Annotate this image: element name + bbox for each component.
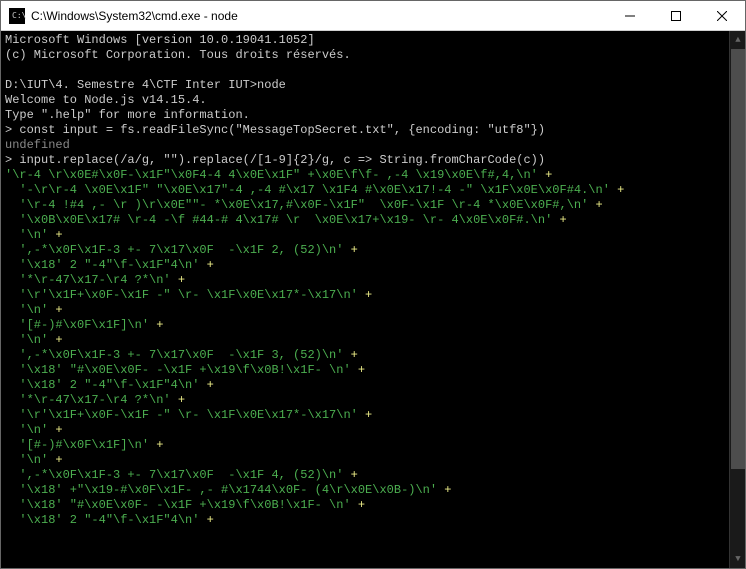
terminal-line: undefined <box>5 138 741 153</box>
terminal-line: '\n' + <box>5 453 741 468</box>
terminal-line: '\n' + <box>5 423 741 438</box>
terminal-line: Type ".help" for more information. <box>5 108 741 123</box>
terminal-line: '\x18' 2 "-4"\f-\x1F"4\n' + <box>5 258 741 273</box>
terminal-line: ',-*\x0F\x1F-3 +- 7\x17\x0F -\x1F 4, (52… <box>5 468 741 483</box>
terminal-line: D:\IUT\4. Semestre 4\CTF Inter IUT>node <box>5 78 741 93</box>
terminal-line: '\n' + <box>5 228 741 243</box>
terminal-line: '\n' + <box>5 303 741 318</box>
terminal-line: '\x18' "#\x0E\x0F- -\x1F +\x19\f\x0B!\x1… <box>5 498 741 513</box>
terminal-line: '\r-4 \r\x0E#\x0F-\x1F"\x0F4-4 4\x0E\x1F… <box>5 168 741 183</box>
cmd-icon: C:\ <box>9 8 25 24</box>
terminal-line: > const input = fs.readFileSync("Message… <box>5 123 741 138</box>
terminal-line: '\r'\x1F+\x0F-\x1F -" \r- \x1F\x0E\x17*-… <box>5 408 741 423</box>
terminal-line: '*\r-47\x17-\r4 ?*\n' + <box>5 393 741 408</box>
terminal-line: '\x18' "#\x0E\x0F- -\x1F +\x19\f\x0B!\x1… <box>5 363 741 378</box>
scrollbar[interactable]: ▲ ▼ <box>729 31 745 568</box>
close-button[interactable] <box>699 1 745 30</box>
terminal-line: '\x18' 2 "-4"\f-\x1F"4\n' + <box>5 513 741 528</box>
terminal-line: ',-*\x0F\x1F-3 +- 7\x17\x0F -\x1F 2, (52… <box>5 243 741 258</box>
terminal-line: '[#-)#\x0F\x1F]\n' + <box>5 438 741 453</box>
terminal-line: Welcome to Node.js v14.15.4. <box>5 93 741 108</box>
titlebar[interactable]: C:\ C:\Windows\System32\cmd.exe - node <box>1 1 745 31</box>
maximize-button[interactable] <box>653 1 699 30</box>
terminal-line: '\x18' +"\x19-#\x0F\x1F- ,- #\x1744\x0F-… <box>5 483 741 498</box>
terminal-line: '\n' + <box>5 333 741 348</box>
terminal-line: Microsoft Windows [version 10.0.19041.10… <box>5 33 741 48</box>
terminal-line: (c) Microsoft Corporation. Tous droits r… <box>5 48 741 63</box>
minimize-button[interactable] <box>607 1 653 30</box>
window-title: C:\Windows\System32\cmd.exe - node <box>31 9 607 23</box>
scroll-down-icon[interactable]: ▼ <box>730 550 746 568</box>
cmd-window: C:\ C:\Windows\System32\cmd.exe - node M… <box>0 0 746 569</box>
terminal-line: ',-*\x0F\x1F-3 +- 7\x17\x0F -\x1F 3, (52… <box>5 348 741 363</box>
terminal-line: '\r-4 !#4 ,- \r )\r\x0E""- *\x0E\x17,#\x… <box>5 198 741 213</box>
scroll-up-icon[interactable]: ▲ <box>730 31 746 49</box>
terminal-line: '*\r-47\x17-\r4 ?*\n' + <box>5 273 741 288</box>
terminal-line: '[#-)#\x0F\x1F]\n' + <box>5 318 741 333</box>
terminal-line: '\x18' 2 "-4"\f-\x1F"4\n' + <box>5 378 741 393</box>
terminal-output[interactable]: Microsoft Windows [version 10.0.19041.10… <box>1 31 745 568</box>
window-controls <box>607 1 745 30</box>
scrollbar-thumb[interactable] <box>731 49 745 469</box>
terminal-line: '-\r\r-4 \x0E\x1F" "\x0E\x17"-4 ,-4 #\x1… <box>5 183 741 198</box>
terminal-line <box>5 63 741 78</box>
terminal-line: '\x0B\x0E\x17# \r-4 -\f #44-# 4\x17# \r … <box>5 213 741 228</box>
terminal-line: > input.replace(/a/g, "").replace(/[1-9]… <box>5 153 741 168</box>
terminal-line: '\r'\x1F+\x0F-\x1F -" \r- \x1F\x0E\x17*-… <box>5 288 741 303</box>
